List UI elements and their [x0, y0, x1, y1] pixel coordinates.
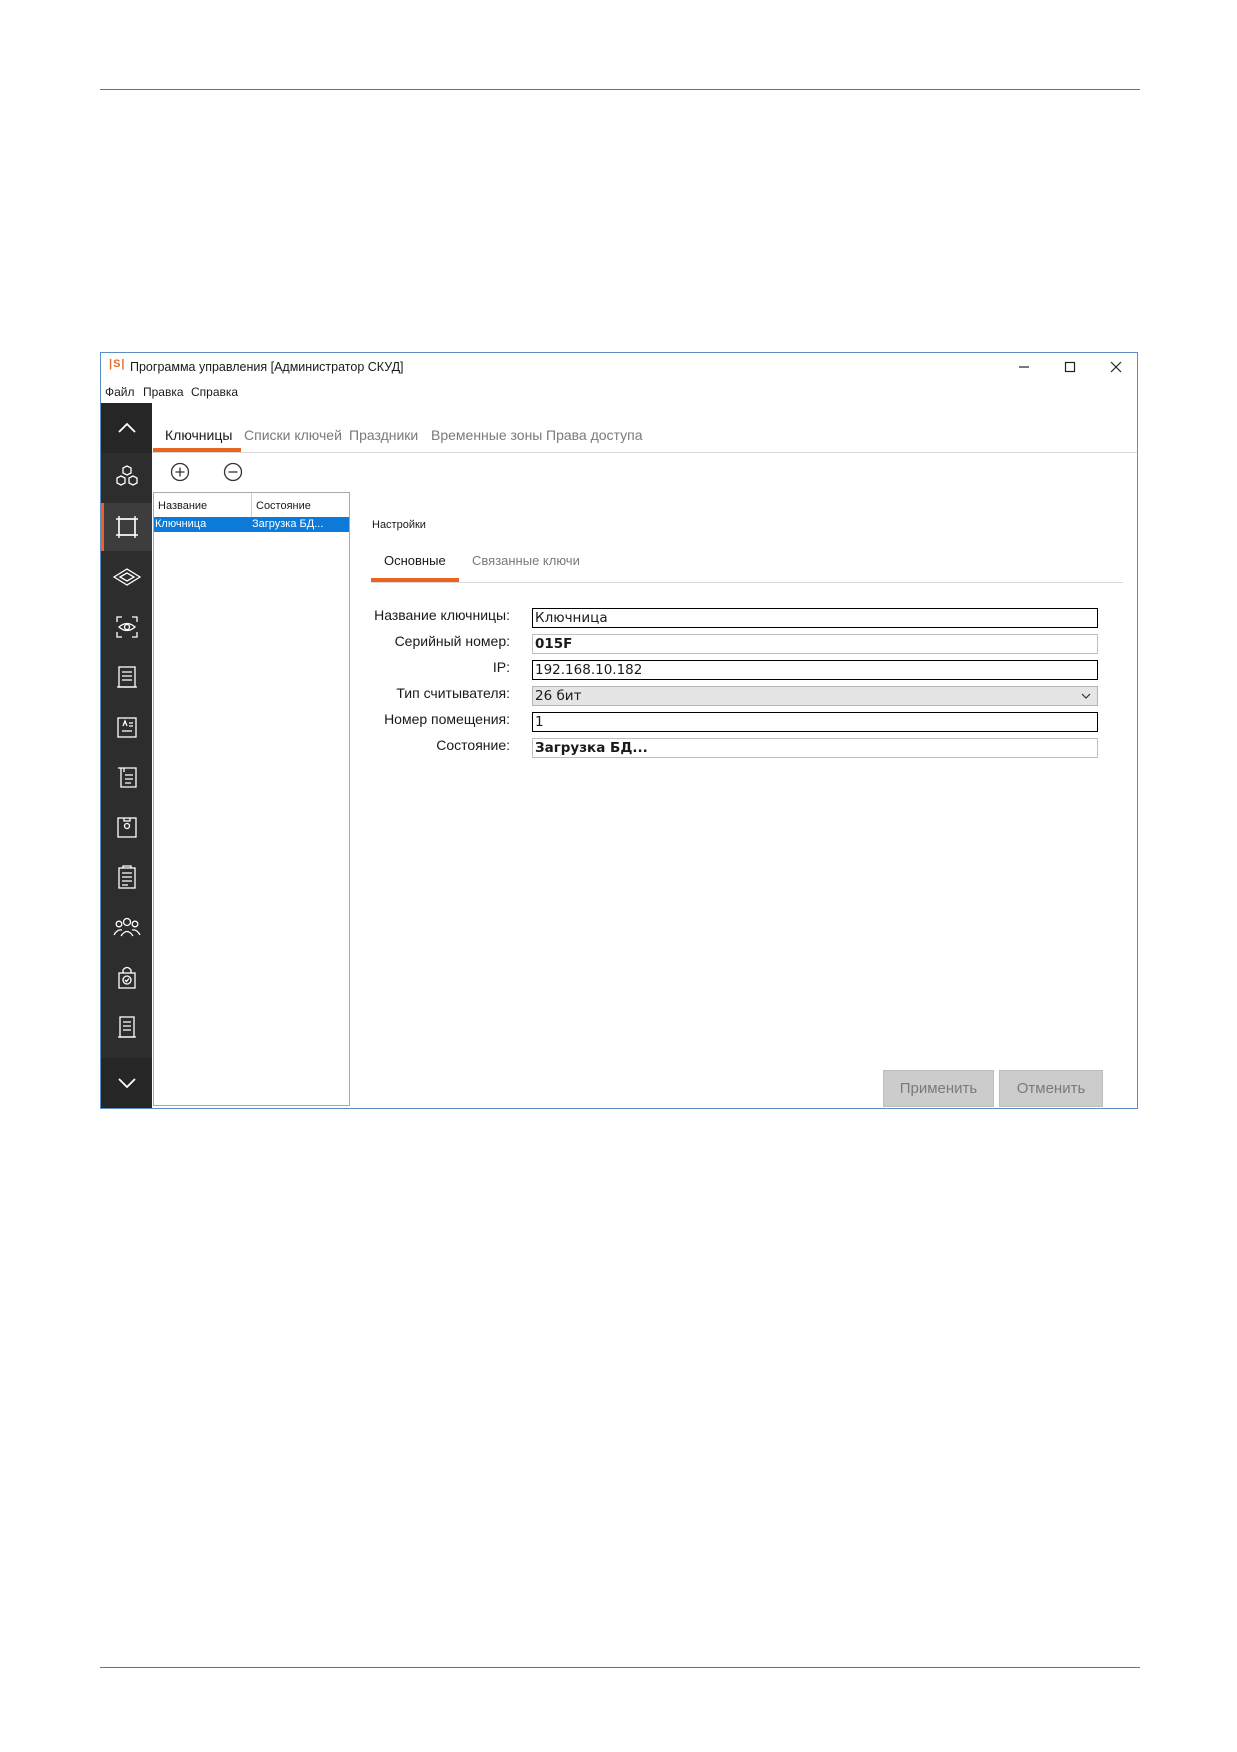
column-header-name[interactable]: Название — [158, 500, 207, 512]
minimize-button[interactable] — [1001, 353, 1047, 381]
sidebar-scroll-up-button[interactable] — [101, 403, 152, 453]
plus-circle-icon — [170, 462, 190, 482]
app-window: |S| Программа управления [Администратор … — [100, 352, 1138, 1109]
cancel-button[interactable]: Отменить — [999, 1070, 1103, 1107]
reader-type-select[interactable]: 26 бит — [532, 686, 1098, 706]
active-tab-indicator — [153, 448, 241, 452]
layers-icon — [112, 568, 141, 586]
sidebar-scroll-down-button[interactable] — [101, 1058, 152, 1108]
remove-button[interactable] — [222, 461, 244, 483]
main-tab-bar: Ключницы Списки ключей Праздники Временн… — [152, 403, 1137, 453]
title-bar: |S| Программа управления [Администратор … — [101, 353, 1137, 381]
tab-holidays[interactable]: Праздники — [349, 427, 418, 443]
sidebar-item-keybox[interactable] — [101, 503, 152, 551]
sidebar-item-document[interactable] — [101, 753, 152, 801]
minimize-icon — [1019, 366, 1029, 368]
lock-check-icon — [117, 966, 136, 989]
settings-heading: Настройки — [372, 519, 426, 531]
name-label: Название ключницы: — [374, 607, 510, 623]
keybox-icon — [115, 516, 138, 538]
chevron-down-icon — [117, 1078, 136, 1089]
tab-general[interactable]: Основные — [384, 553, 446, 568]
ip-label: IP: — [492, 659, 510, 675]
state-field: Загрузка БД... — [532, 738, 1098, 758]
menu-help[interactable]: Справка — [191, 385, 238, 399]
users-icon — [112, 917, 141, 937]
column-header-state[interactable]: Состояние — [256, 500, 311, 512]
list-item-name: Ключница — [155, 518, 207, 530]
face-scan-icon — [115, 616, 138, 638]
close-button[interactable] — [1093, 353, 1139, 381]
list-item-state: Загрузка БД... — [252, 518, 324, 530]
settings-tab-bar: Основные Связанные ключи — [371, 533, 1123, 583]
tab-keyboxes[interactable]: Ключницы — [165, 427, 232, 443]
sidebar — [101, 403, 152, 1108]
column-divider[interactable] — [251, 493, 252, 517]
chevron-up-icon — [117, 422, 136, 433]
menu-edit[interactable]: Правка — [143, 385, 184, 399]
room-number-label: Номер помещения: — [384, 711, 510, 727]
maximize-button[interactable] — [1047, 353, 1093, 381]
report-list-icon — [116, 666, 137, 688]
app-logo: |S| — [109, 358, 126, 370]
dashboard-icon — [115, 465, 138, 486]
reader-type-label: Тип считывателя: — [396, 685, 510, 701]
clipboard-icon — [117, 865, 136, 889]
tab-linked-keys[interactable]: Связанные ключи — [472, 553, 580, 568]
content-area: Ключницы Списки ключей Праздники Временн… — [152, 403, 1137, 1108]
menu-file[interactable]: Файл — [105, 385, 135, 399]
sidebar-item-face-scan[interactable] — [101, 603, 152, 651]
sidebar-item-badge[interactable] — [101, 703, 152, 751]
sidebar-item-report-list[interactable] — [101, 653, 152, 701]
reader-type-value: 26 бит — [535, 688, 582, 704]
sidebar-item-clipboard[interactable] — [101, 853, 152, 901]
menu-bar: Файл Правка Справка — [101, 381, 1137, 403]
serial-field: 015F — [532, 634, 1098, 654]
sidebar-item-users[interactable] — [101, 903, 152, 951]
sidebar-item-layers[interactable] — [101, 553, 152, 601]
keybox-list[interactable]: Название Состояние Ключница Загрузка БД.… — [153, 492, 350, 1106]
tab-access-rights[interactable]: Права доступа — [546, 427, 642, 443]
minus-circle-icon — [223, 462, 243, 482]
list-item[interactable]: Ключница Загрузка БД... — [154, 517, 349, 532]
window-title: Программа управления [Администратор СКУД… — [130, 360, 404, 374]
ip-field[interactable]: 192.168.10.182 — [532, 660, 1098, 680]
tab-time-zones[interactable]: Временные зоны — [431, 427, 542, 443]
sidebar-item-dashboard[interactable] — [101, 453, 152, 501]
close-icon — [1110, 361, 1122, 373]
chevron-down-icon — [1081, 693, 1091, 699]
page-top-rule — [100, 89, 1140, 90]
serial-label: Серийный номер: — [394, 633, 510, 649]
sidebar-item-archive[interactable] — [101, 803, 152, 851]
name-field[interactable]: Ключница — [532, 608, 1098, 628]
page-bottom-rule — [100, 1667, 1140, 1668]
tab-key-lists[interactable]: Списки ключей — [244, 427, 342, 443]
room-number-field[interactable]: 1 — [532, 712, 1098, 732]
sidebar-item-lock-check[interactable] — [101, 953, 152, 1001]
state-label: Состояние: — [436, 737, 510, 753]
archive-icon — [116, 817, 137, 838]
apply-button[interactable]: Применить — [883, 1070, 994, 1107]
add-button[interactable] — [169, 461, 191, 483]
maximize-icon — [1064, 361, 1076, 373]
log-icon — [117, 1016, 136, 1038]
badge-icon — [116, 717, 137, 738]
active-subtab-indicator — [371, 578, 459, 582]
document-icon — [117, 767, 137, 788]
sidebar-item-log[interactable] — [101, 1003, 152, 1051]
